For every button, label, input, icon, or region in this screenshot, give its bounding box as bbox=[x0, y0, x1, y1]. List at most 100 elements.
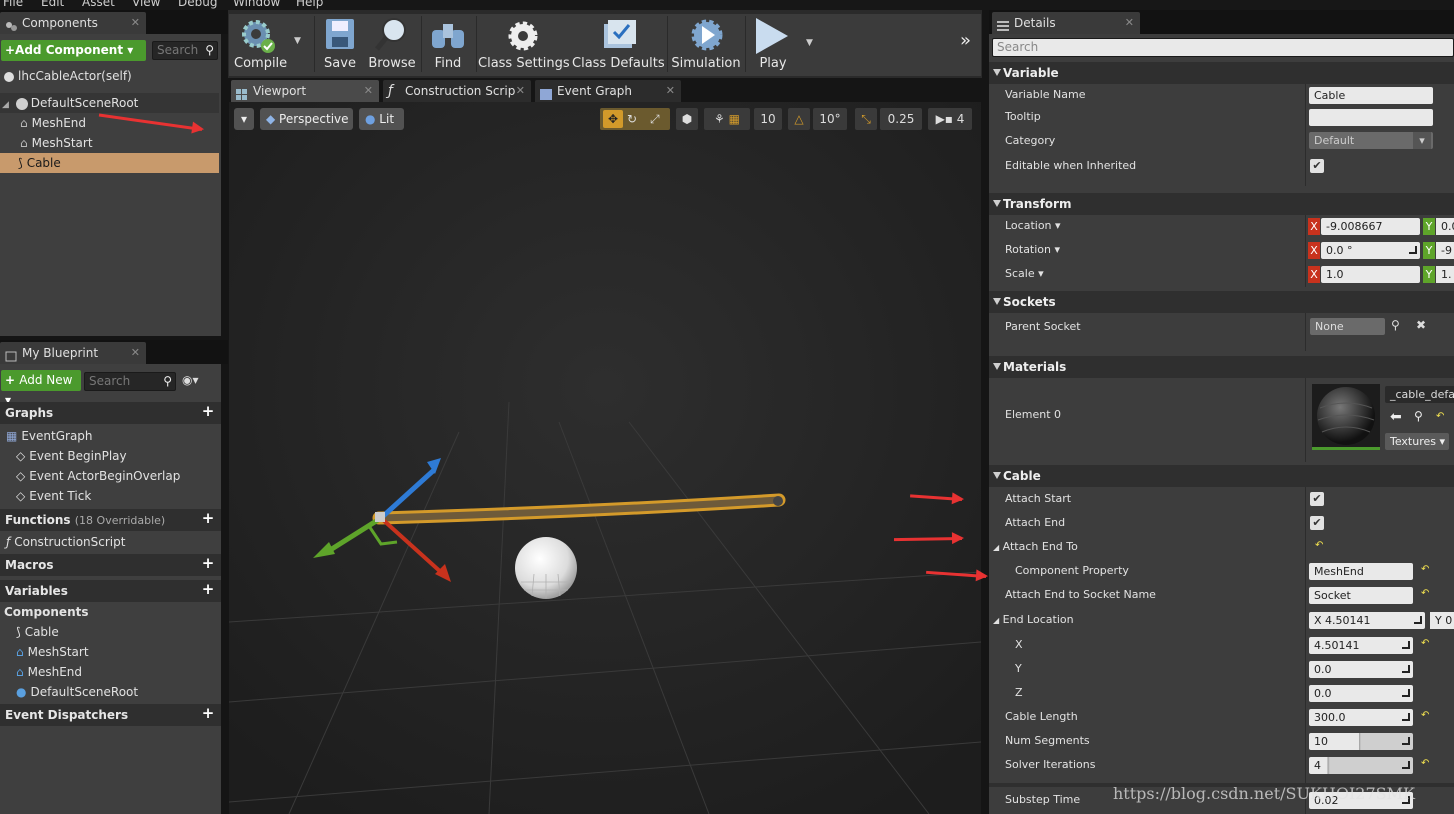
menu-asset[interactable]: Asset bbox=[82, 0, 115, 9]
rotation-snap-value[interactable]: 10° bbox=[813, 108, 847, 130]
add-variable-plus-icon[interactable]: + bbox=[201, 582, 215, 597]
material-thumbnail[interactable] bbox=[1312, 384, 1380, 450]
add-macro-plus-icon[interactable]: + bbox=[201, 556, 215, 571]
event-beginplay[interactable]: ◇ Event BeginPlay bbox=[16, 446, 127, 466]
component-item-meshstart[interactable]: ⌂ MeshStart bbox=[0, 133, 219, 153]
details-search-input[interactable]: Search bbox=[992, 38, 1454, 57]
location-y-field[interactable]: 0.0 bbox=[1436, 218, 1454, 235]
scale-y-field[interactable]: 1. bbox=[1436, 266, 1454, 283]
panel-splitter[interactable] bbox=[982, 10, 989, 814]
scale-snap-icon[interactable]: ⤡ bbox=[855, 108, 877, 130]
browse-material-icon[interactable]: ⚲ bbox=[1414, 409, 1423, 423]
tab-components[interactable]: Components ✕ bbox=[0, 12, 146, 34]
category-dropdown[interactable]: Default ▾ bbox=[1309, 132, 1433, 149]
components-search-input[interactable]: Search ⚲ bbox=[152, 41, 218, 60]
close-icon[interactable]: ✕ bbox=[1125, 12, 1134, 34]
end-location-x-field[interactable]: X 4.50141 bbox=[1309, 612, 1425, 629]
play-button[interactable]: Play bbox=[748, 14, 798, 74]
end-location-label[interactable]: ◢ End Location bbox=[993, 613, 1074, 628]
close-icon[interactable]: ✕ bbox=[364, 80, 373, 102]
event-actorbeginoverlap[interactable]: ◇ Event ActorBeginOverlap bbox=[16, 466, 180, 486]
textures-dropdown[interactable]: Textures ▾ bbox=[1385, 433, 1449, 450]
simulation-button[interactable]: Simulation bbox=[670, 14, 742, 74]
search-socket-icon[interactable]: ⚲ bbox=[1391, 318, 1400, 332]
blueprint-search-input[interactable]: Search ⚲ bbox=[84, 372, 176, 391]
component-property-field[interactable]: MeshEnd bbox=[1309, 563, 1413, 580]
section-graphs[interactable]: Graphs + bbox=[0, 402, 221, 424]
location-label[interactable]: Location ▾ bbox=[1005, 219, 1061, 233]
graph-eventgraph[interactable]: ▦ EventGraph bbox=[6, 426, 93, 446]
rotate-mode-icon[interactable]: ↻ bbox=[627, 110, 637, 128]
close-icon[interactable]: ✕ bbox=[131, 342, 140, 364]
event-tick[interactable]: ◇ Event Tick bbox=[16, 486, 91, 506]
scale-label[interactable]: Scale ▾ bbox=[1005, 267, 1044, 281]
end-y-field[interactable]: 0.0 bbox=[1309, 661, 1413, 678]
lit-button[interactable]: ● Lit bbox=[359, 108, 404, 130]
section-event-dispatchers[interactable]: Event Dispatchers + bbox=[0, 704, 221, 726]
component-root-row[interactable]: ◢ DefaultSceneRoot bbox=[0, 93, 219, 113]
menu-view[interactable]: View bbox=[132, 0, 160, 9]
end-location-y-field[interactable]: Y 0 bbox=[1430, 612, 1454, 629]
cable-length-field[interactable]: 300.0 bbox=[1309, 709, 1413, 726]
tab-viewport[interactable]: Viewport ✕ bbox=[231, 80, 379, 102]
tooltip-field[interactable] bbox=[1309, 109, 1433, 126]
rotation-x-field[interactable]: 0.0 ° bbox=[1321, 242, 1420, 259]
attach-end-checkbox[interactable]: ✔ bbox=[1310, 516, 1324, 530]
menu-edit[interactable]: Edit bbox=[41, 0, 64, 9]
close-icon[interactable]: ✕ bbox=[666, 80, 675, 102]
add-component-button[interactable]: +Add Component ▾ bbox=[1, 40, 146, 61]
camera-speed-control[interactable]: ▶▪ 4 bbox=[928, 108, 972, 130]
reset-to-default-icon[interactable]: ↶ bbox=[1421, 758, 1429, 769]
editable-inherited-checkbox[interactable]: ✔ bbox=[1310, 159, 1324, 173]
variable-defaultsceneroot[interactable]: ● DefaultSceneRoot bbox=[16, 682, 138, 702]
end-x-field[interactable]: 4.50141 bbox=[1309, 637, 1413, 654]
component-item-cable-selected[interactable]: ⟆ Cable bbox=[0, 153, 219, 173]
variables-components-category[interactable]: Components bbox=[4, 602, 89, 622]
tab-my-blueprint[interactable]: My Blueprint ✕ bbox=[0, 342, 146, 364]
browse-button[interactable]: Browse bbox=[366, 14, 418, 74]
material-name-field[interactable]: _cable_defaul bbox=[1385, 386, 1454, 403]
section-variables[interactable]: Variables + bbox=[0, 580, 221, 602]
toolbar-overflow-chevron-icon[interactable]: » bbox=[960, 30, 971, 51]
section-macros[interactable]: Macros + bbox=[0, 554, 221, 576]
compile-button[interactable]: ▼ Compile bbox=[230, 14, 310, 74]
scale-x-field[interactable]: 1.0 bbox=[1321, 266, 1420, 283]
section-materials[interactable]: Materials bbox=[989, 356, 1454, 378]
add-new-button[interactable]: + Add New ▾ bbox=[1, 370, 81, 407]
tab-event-graph[interactable]: Event Graph ✕ bbox=[535, 80, 681, 102]
add-function-plus-icon[interactable]: + bbox=[201, 511, 215, 526]
viewport-canvas[interactable] bbox=[229, 102, 981, 814]
attach-start-checkbox[interactable]: ✔ bbox=[1310, 492, 1324, 506]
end-z-field[interactable]: 0.0 bbox=[1309, 685, 1413, 702]
play-options-dropdown-icon[interactable]: ▼ bbox=[806, 38, 813, 48]
surface-snap-group[interactable]: ⚘ ▦ bbox=[704, 108, 750, 130]
class-defaults-button[interactable]: Class Defaults bbox=[572, 14, 665, 74]
location-x-field[interactable]: -9.008667 bbox=[1321, 218, 1420, 235]
cable-end-point[interactable] bbox=[773, 496, 783, 506]
section-sockets[interactable]: Sockets bbox=[989, 291, 1454, 313]
menu-debug[interactable]: Debug bbox=[178, 0, 217, 9]
reset-to-default-icon[interactable]: ↶ bbox=[1421, 638, 1429, 649]
variable-meshend[interactable]: ⌂ MeshEnd bbox=[16, 662, 82, 682]
close-icon[interactable]: ✕ bbox=[516, 80, 525, 102]
num-segments-slider[interactable]: 10 bbox=[1309, 733, 1413, 750]
find-button[interactable]: Find bbox=[423, 14, 473, 74]
class-settings-button[interactable]: Class Settings bbox=[478, 14, 570, 74]
solver-iterations-slider[interactable]: 4 bbox=[1309, 757, 1413, 774]
rotation-y-field[interactable]: -9 bbox=[1436, 242, 1454, 259]
rotation-label[interactable]: Rotation ▾ bbox=[1005, 243, 1060, 257]
world-local-icon[interactable]: ⬢ bbox=[676, 108, 698, 130]
variable-meshstart[interactable]: ⌂ MeshStart bbox=[16, 642, 89, 662]
grid-snap-value[interactable]: 10 bbox=[754, 108, 782, 130]
compile-dropdown-icon[interactable]: ▼ bbox=[294, 36, 301, 46]
parent-socket-field[interactable]: None bbox=[1310, 318, 1385, 335]
viewport-options-dropdown[interactable]: ▾ bbox=[234, 108, 254, 130]
reset-to-default-icon[interactable]: ↶ bbox=[1421, 710, 1429, 721]
component-self-row[interactable]: lhcCableActor(self) bbox=[0, 66, 221, 86]
attach-socket-name-field[interactable]: Socket bbox=[1309, 587, 1413, 604]
menu-help[interactable]: Help bbox=[296, 0, 323, 9]
add-graph-plus-icon[interactable]: + bbox=[201, 404, 215, 419]
rotation-snap-icon[interactable]: △ bbox=[788, 108, 810, 130]
section-transform[interactable]: Transform bbox=[989, 193, 1454, 215]
reset-to-default-icon[interactable]: ↶ bbox=[1421, 564, 1429, 575]
